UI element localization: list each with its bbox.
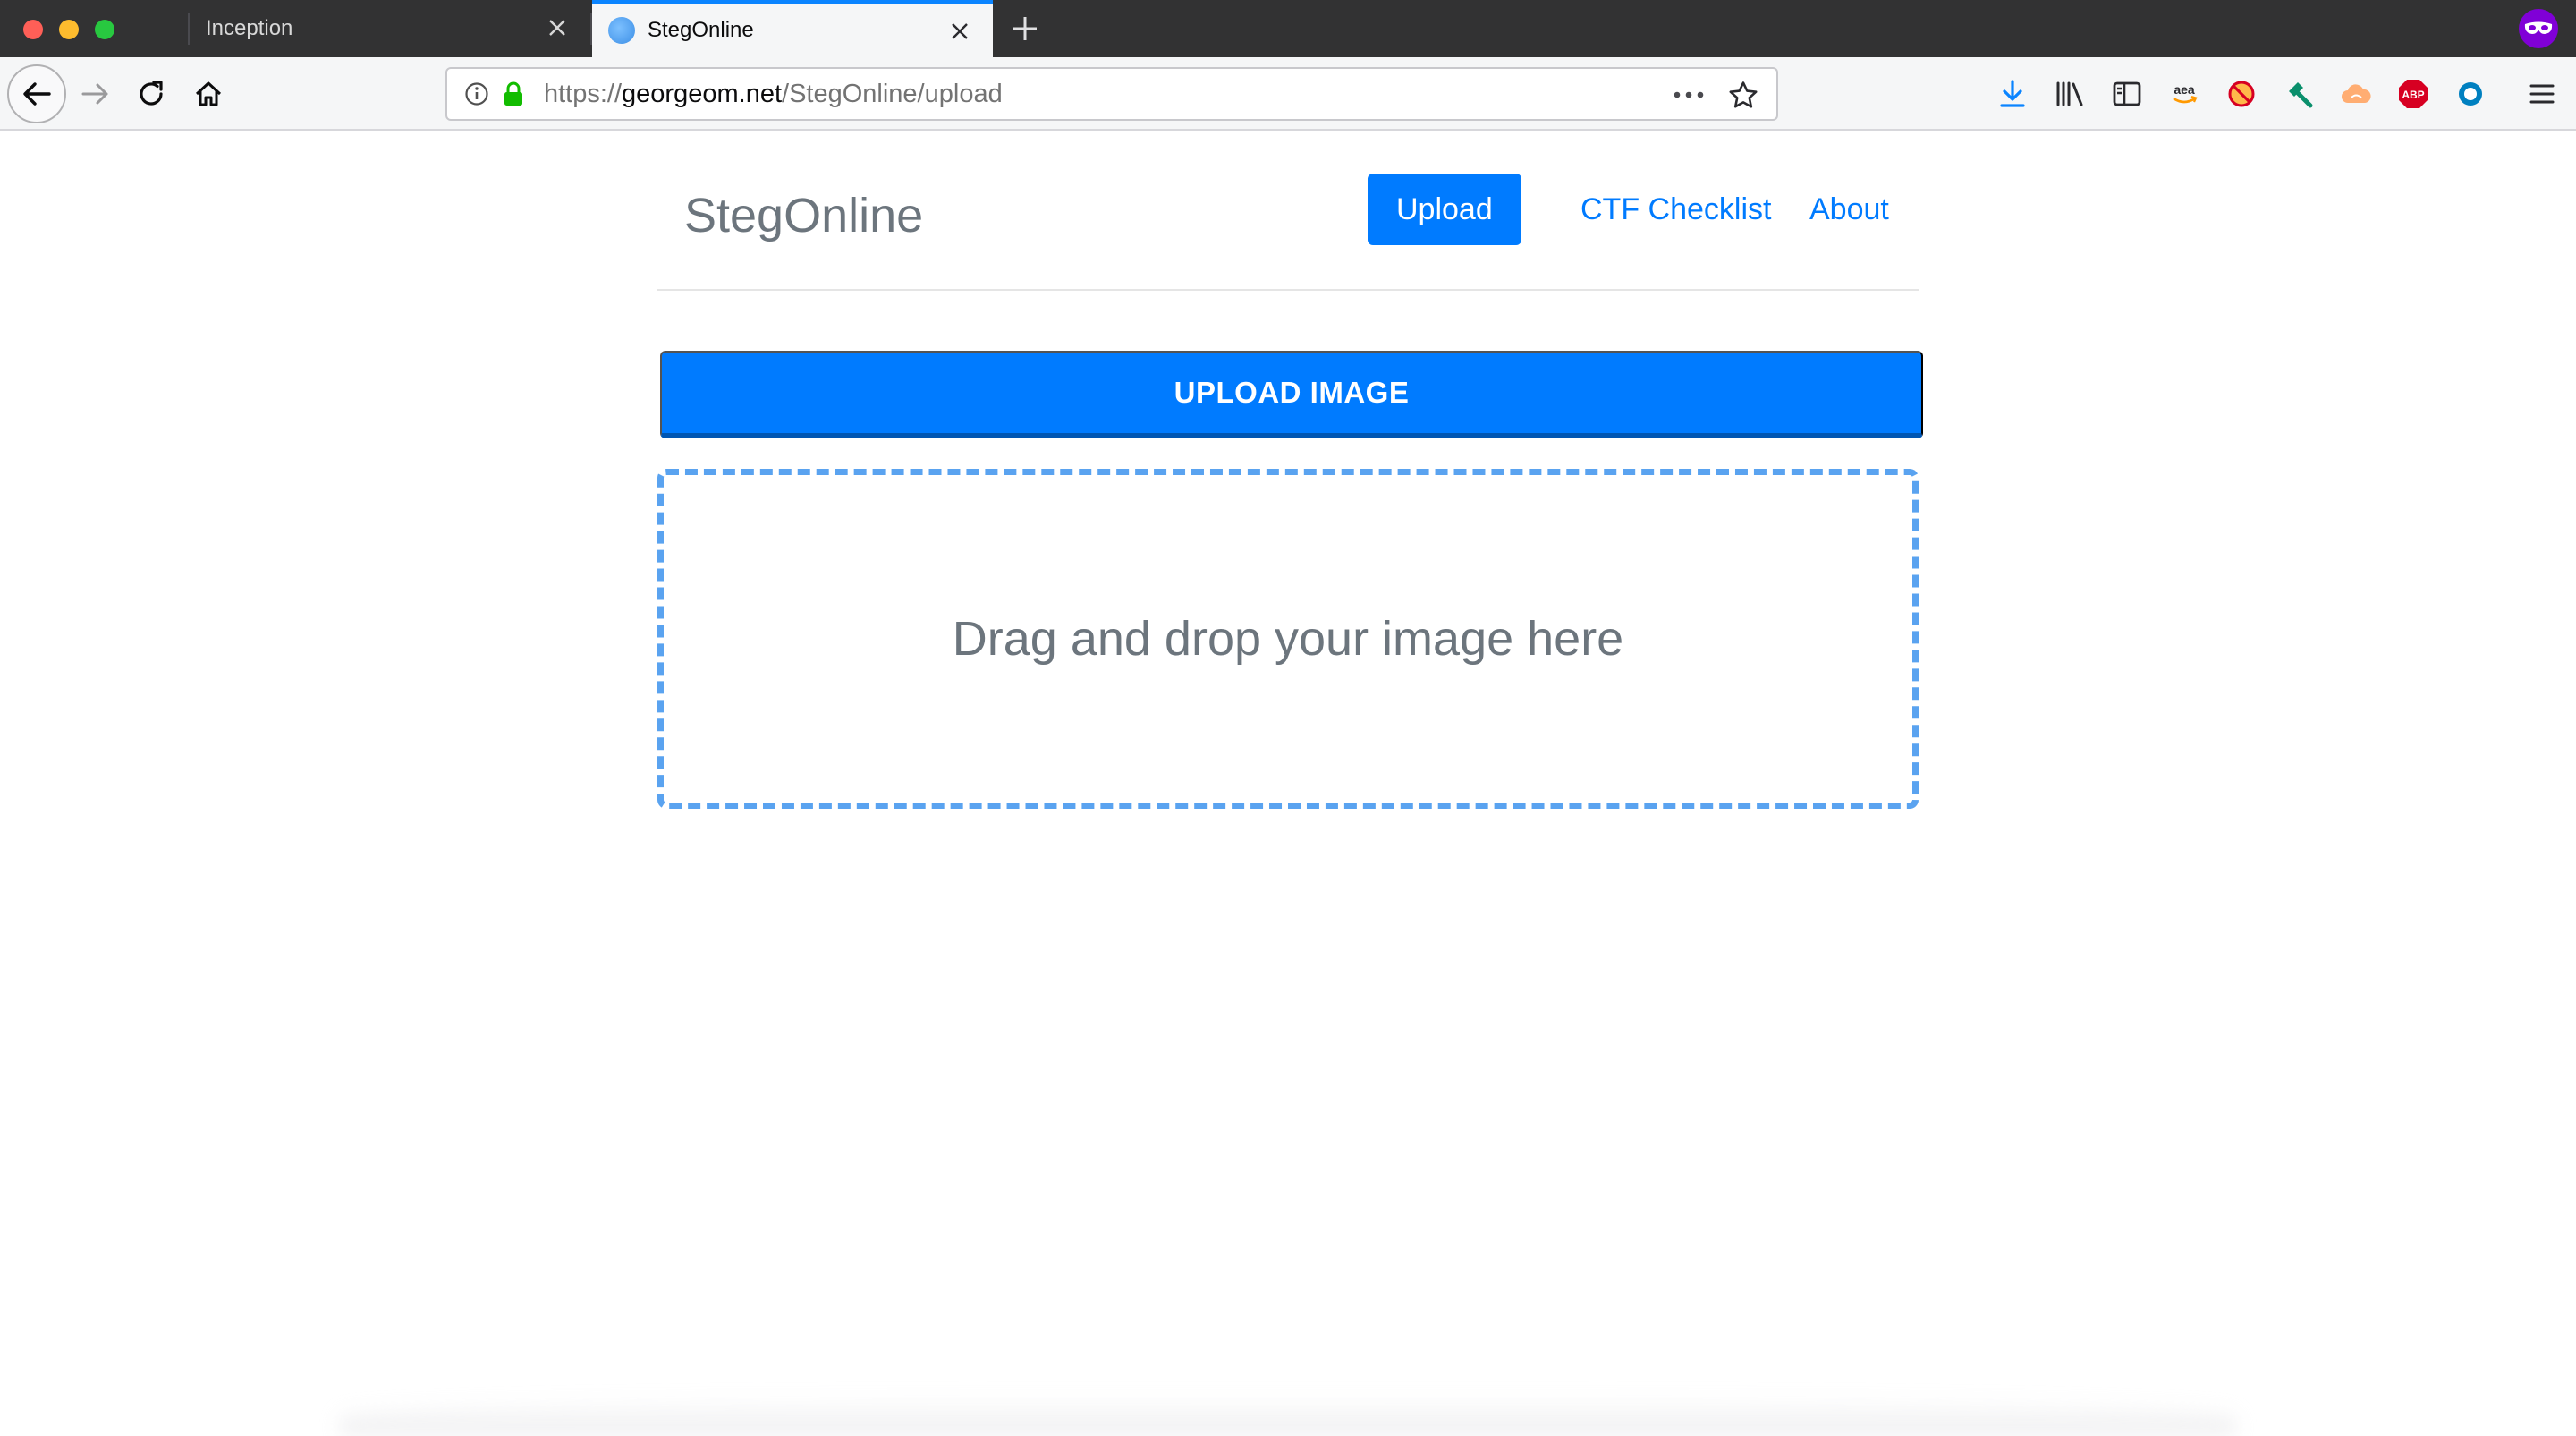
url-scheme: https:// [544,79,623,108]
browser-nav-bar: https://georgeom.net/StegOnline/upload a… [0,57,2576,131]
amazon-extension-label: aea [2174,82,2195,97]
no-ads-extension-icon[interactable] [2222,74,2261,114]
browser-tab-strip: Inception StegOnline [0,0,2576,57]
bookmark-star-icon[interactable] [1726,79,1760,111]
back-arrow-icon [23,82,51,106]
circle-extension-icon[interactable] [2451,74,2490,114]
sidebar-icon[interactable] [2107,74,2147,114]
url-path: /StegOnline/upload [782,79,1003,108]
globe-favicon-icon [608,17,635,44]
cloud-extension-icon[interactable] [2336,74,2376,114]
site-header: StegOnline Upload CTF Checklist About [657,161,1919,291]
tab-close-icon[interactable] [946,18,973,45]
site-info-icon[interactable] [463,81,490,107]
page-bottom-shadow [340,1396,2236,1436]
nav-upload-link[interactable]: Upload [1368,174,1521,245]
window-zoom-button[interactable] [95,20,114,39]
adblock-plus-icon[interactable]: ABP [2394,74,2433,114]
secure-lock-icon[interactable] [501,80,526,108]
library-icon[interactable] [2050,74,2089,114]
tab-stegonline[interactable]: StegOnline [592,0,993,57]
site-brand[interactable]: StegOnline [684,188,923,243]
home-button[interactable] [181,66,236,122]
window-minimize-button[interactable] [59,20,79,39]
nav-ctf-checklist-link[interactable]: CTF Checklist [1559,174,1792,245]
image-dropzone[interactable]: Drag and drop your image here [657,469,1919,809]
upload-image-button[interactable]: UPLOAD IMAGE [660,351,1923,438]
address-bar[interactable]: https://georgeom.net/StegOnline/upload [445,67,1778,121]
amazon-extension-icon[interactable]: aea [2165,74,2204,114]
window-close-button[interactable] [23,20,43,39]
adblock-plus-label: ABP [2402,89,2424,101]
dropzone-text: Drag and drop your image here [952,612,1624,666]
private-browsing-mask-icon [2519,9,2558,48]
forward-arrow-icon [81,83,108,105]
reload-button[interactable] [123,66,179,122]
page-actions-ellipsis-icon[interactable] [1671,81,1707,108]
hammer-extension-icon[interactable] [2279,74,2318,114]
tab-close-icon[interactable] [544,14,571,41]
url-domain: georgeom.net [622,79,783,108]
menu-icon[interactable] [2522,74,2562,114]
forward-button[interactable] [68,66,123,122]
back-button[interactable] [7,64,66,123]
nav-about-link[interactable]: About [1788,174,1911,245]
home-icon [195,81,222,106]
new-tab-plus-icon[interactable] [1007,11,1043,47]
tab-title: StegOnline [648,18,754,42]
url-text[interactable]: https://georgeom.net/StegOnline/upload [544,80,1003,109]
tab-inception[interactable]: Inception [190,0,590,57]
reload-icon [140,81,163,106]
tab-title: Inception [206,16,293,40]
download-icon[interactable] [1993,74,2032,114]
